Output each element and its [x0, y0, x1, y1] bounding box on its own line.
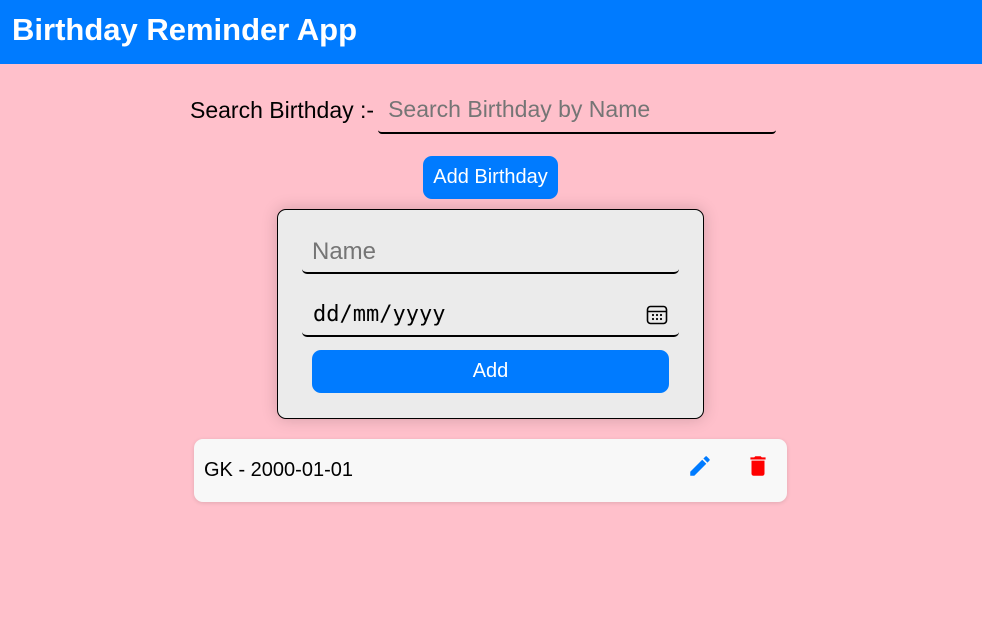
list-item: GK - 2000-01-01	[194, 439, 787, 502]
search-input[interactable]	[378, 86, 777, 134]
date-input[interactable]: dd/mm/yyyy	[302, 294, 679, 337]
date-placeholder: dd/mm/yyyy	[313, 302, 446, 327]
birthday-entry-text: GK - 2000-01-01	[204, 459, 353, 481]
app-title: Birthday Reminder App	[12, 11, 358, 47]
app-header: Birthday Reminder App	[0, 0, 982, 64]
delete-button[interactable]	[745, 453, 771, 479]
pencil-icon	[687, 453, 713, 479]
search-label: Search Birthday :-	[190, 97, 375, 123]
edit-button[interactable]	[687, 453, 713, 479]
search-row: Search Birthday :-	[190, 86, 777, 134]
add-birthday-button[interactable]: Add Birthday	[423, 156, 558, 199]
add-birthday-form: dd/mm/yyyy Add	[277, 209, 704, 419]
trash-icon	[745, 453, 771, 479]
add-button[interactable]: Add	[312, 350, 669, 393]
name-input[interactable]	[302, 231, 679, 274]
calendar-icon[interactable]	[645, 303, 669, 327]
